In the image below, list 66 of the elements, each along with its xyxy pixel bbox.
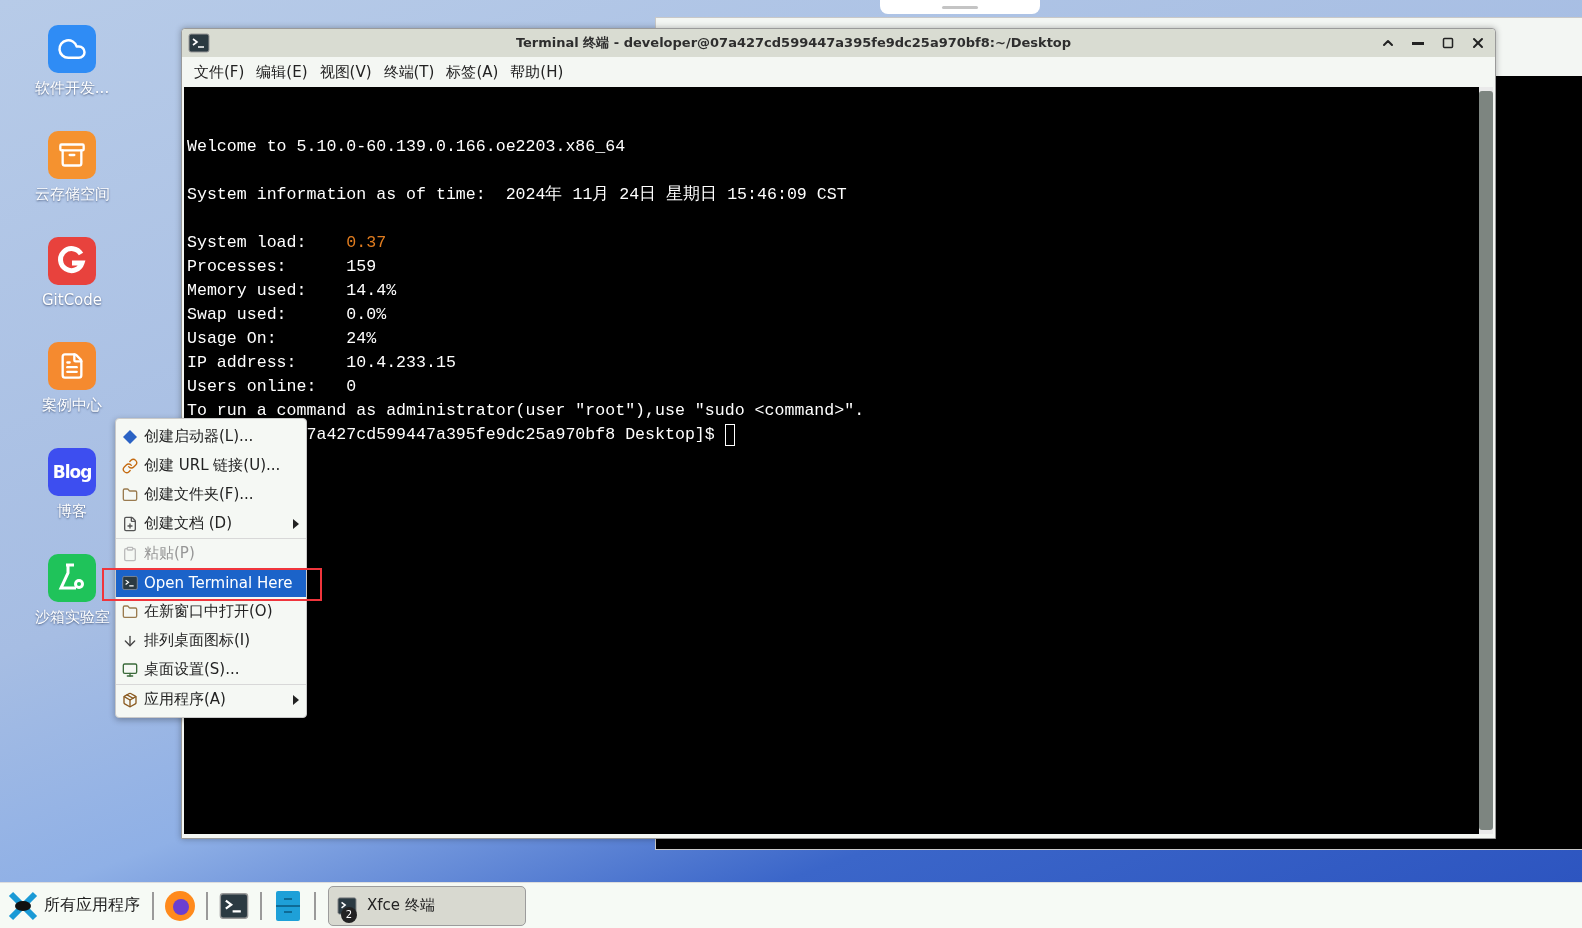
context-menu-item[interactable]: 创建文件夹(F)... xyxy=(116,480,306,509)
context-menu-item[interactable]: 创建文档 (D) xyxy=(116,509,306,538)
maximize-icon xyxy=(1442,37,1454,49)
terminal-value: 0 xyxy=(346,376,357,398)
terminal-value: 0.37 xyxy=(346,232,387,254)
app-tile[interactable] xyxy=(48,25,96,73)
app-tile[interactable] xyxy=(48,131,96,179)
context-menu-item[interactable]: Open Terminal Here xyxy=(116,568,306,597)
terminal-label: Processes: xyxy=(187,256,288,278)
scrollbar[interactable] xyxy=(1479,87,1493,834)
menu-item[interactable]: 帮助(H) xyxy=(506,62,568,82)
terminal-line: System information as of time: 2024年 11月 24日 星期日 15:46:09 CST xyxy=(187,184,847,206)
terminal-line: To run a command as administrator(user "root"),use "sudo <command>". xyxy=(187,400,865,422)
file-cabinet-icon xyxy=(275,889,301,922)
text-cursor xyxy=(724,424,735,446)
clipboard-icon xyxy=(122,545,138,562)
terminal-prompt: 7a427cd599447a395fe9dc25a970bf8 Desktop]$ xyxy=(306,424,715,446)
terminal-label: Users online: xyxy=(187,376,318,398)
context-menu-item[interactable]: 桌面设置(S)... xyxy=(116,655,306,684)
folder-icon xyxy=(122,603,138,620)
terminal-icon xyxy=(219,890,249,921)
terminal-label: Usage On: xyxy=(187,328,278,350)
close-icon xyxy=(1470,35,1486,51)
menu-item[interactable]: 编辑(E) xyxy=(252,62,312,82)
menu-item[interactable]: 视图(V) xyxy=(315,62,376,82)
context-menu-item[interactable]: 创建启动器(L)... xyxy=(116,422,306,451)
minimize-icon xyxy=(1412,41,1424,45)
terminal-label: IP address: xyxy=(187,352,298,374)
blog-logo: Blog xyxy=(52,462,92,482)
window-title: Terminal 终端 - developer@07a427cd599447a395fe9dc25a970bf8:~/Desktop xyxy=(514,34,1073,52)
folder-icon xyxy=(122,486,138,503)
context-menu-item[interactable]: 应用程序(A) xyxy=(116,685,306,714)
app-tile[interactable] xyxy=(48,342,96,390)
letter-logo-icon xyxy=(57,246,87,276)
submenu-arrow-icon xyxy=(292,693,300,706)
terminal-value: 0.0% xyxy=(346,304,387,326)
apps-icon xyxy=(122,691,138,708)
start-menu-button[interactable]: 所有应用程序 xyxy=(4,890,144,921)
panel-handle[interactable] xyxy=(880,0,1040,14)
terminal-value: 14.4% xyxy=(346,280,397,302)
document-add-icon xyxy=(122,515,138,532)
taskbar-task[interactable]: 2 Xfce 终端 xyxy=(328,885,526,926)
monitor-icon xyxy=(122,661,138,678)
terminal-value: 10.4.233.15 xyxy=(346,352,456,374)
terminal-label: Memory used: xyxy=(187,280,308,302)
menu-item[interactable]: 终端(T) xyxy=(379,62,439,82)
terminal-value: 24% xyxy=(346,328,377,350)
browser-icon xyxy=(164,889,196,922)
menu-item[interactable]: 标签(A) xyxy=(442,62,503,82)
terminal-label: System load: xyxy=(187,232,308,254)
menu-item[interactable]: 文件(F) xyxy=(190,62,249,82)
context-menu-item[interactable]: 创建 URL 链接(U)... xyxy=(116,451,306,480)
context-menu-item[interactable]: 在新窗口中打开(O) xyxy=(116,597,306,626)
link-icon xyxy=(122,457,138,474)
diamond-icon xyxy=(122,428,138,445)
submenu-arrow-icon xyxy=(292,517,300,530)
terminal-app-icon xyxy=(188,32,210,54)
storage-box-icon xyxy=(58,141,86,169)
terminal-icon xyxy=(122,574,138,591)
terminal-value: 159 xyxy=(346,256,377,278)
app-tile[interactable] xyxy=(48,237,96,285)
terminal-line: Welcome to 5.10.0-60.139.0.166.oe2203.x86_64 xyxy=(187,136,626,158)
app-tile[interactable] xyxy=(48,554,96,602)
terminal-label: Swap used: xyxy=(187,304,288,326)
app-tile[interactable]: Blog xyxy=(48,448,96,496)
context-menu-item[interactable]: 排列桌面图标(I) xyxy=(116,626,306,655)
